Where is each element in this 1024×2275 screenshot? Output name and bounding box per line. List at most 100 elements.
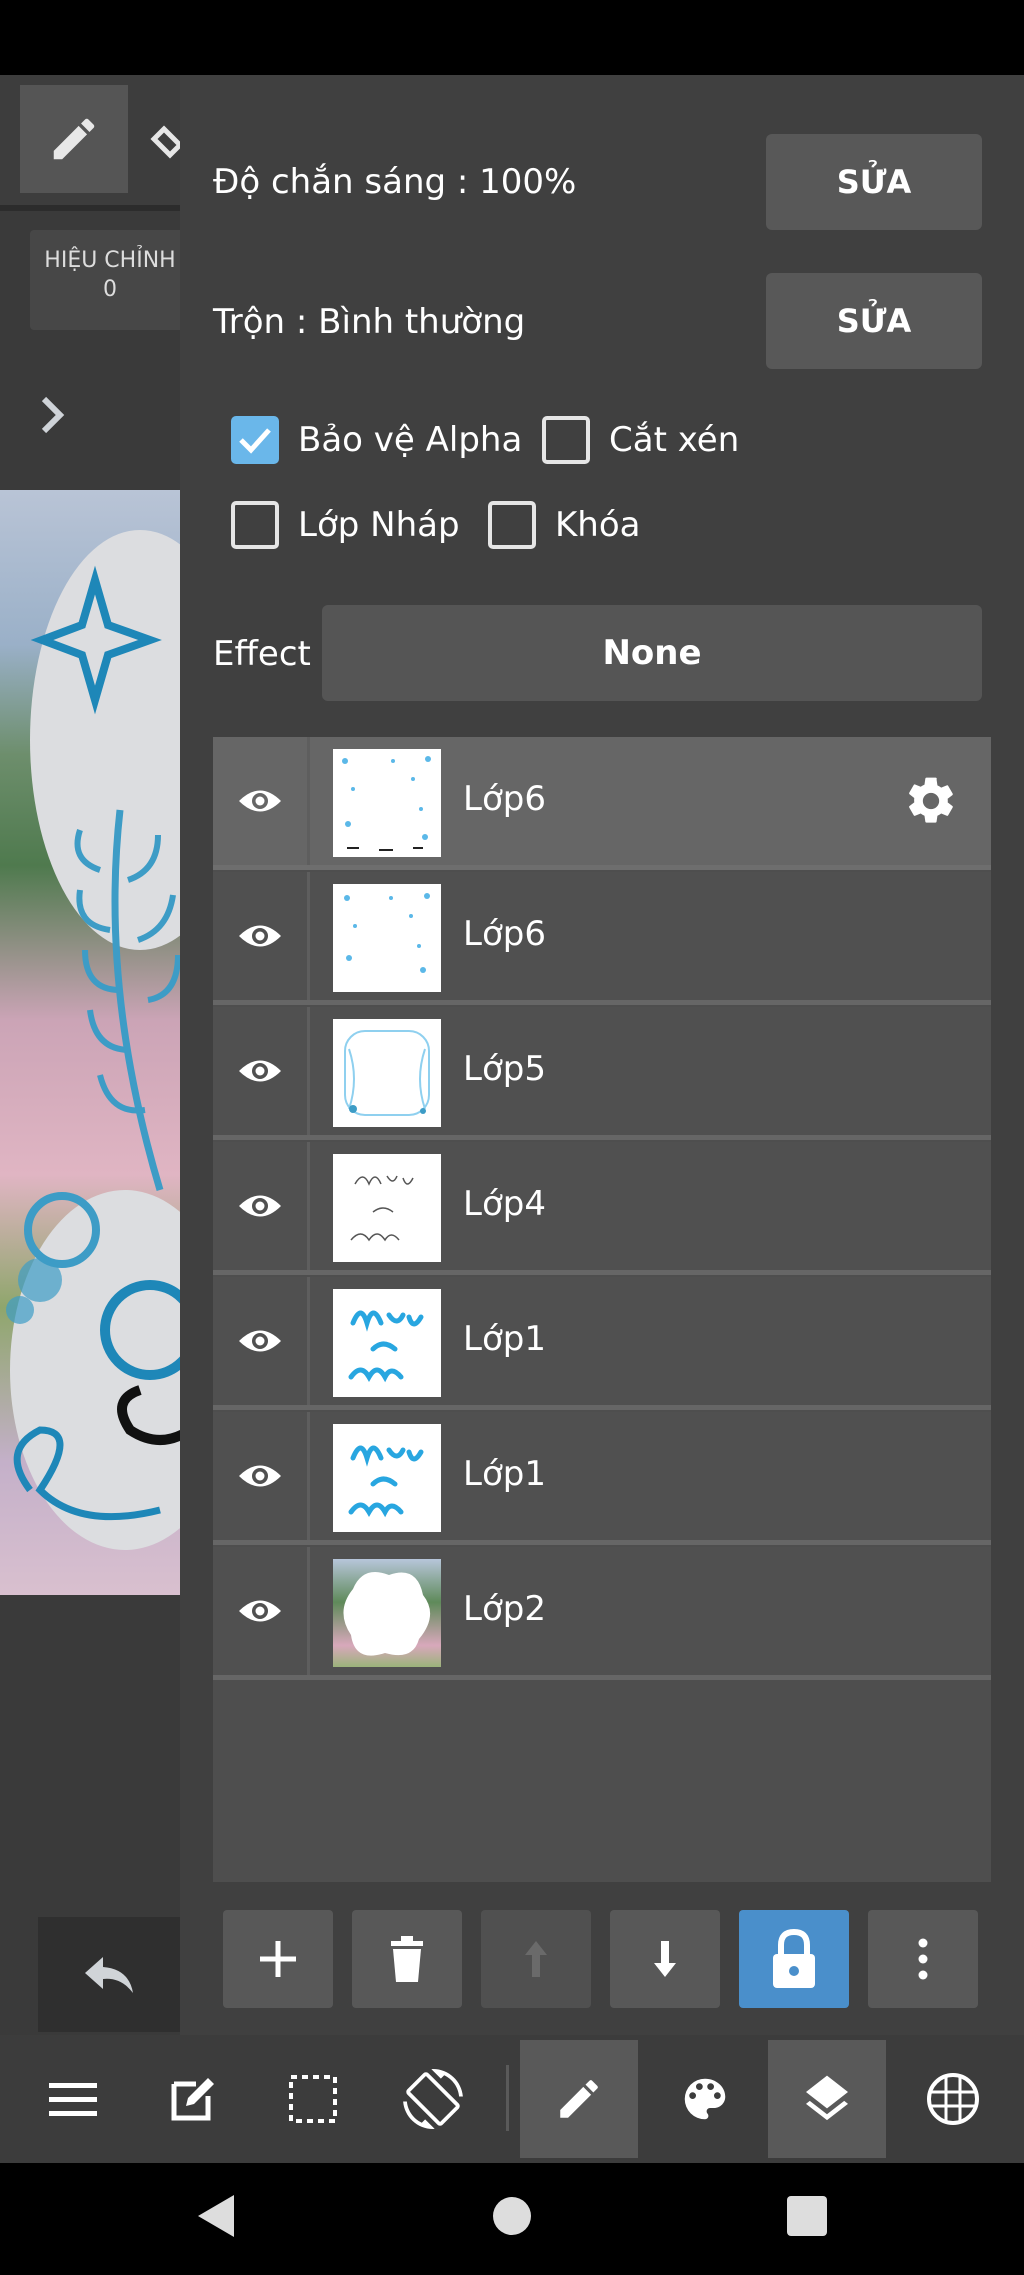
layer-name: Lớp5 [463, 1049, 546, 1089]
back-icon[interactable] [194, 2191, 238, 2241]
canvas-artwork[interactable] [0, 490, 180, 1595]
effect-label: Effect [213, 634, 311, 674]
visibility-toggle[interactable] [213, 737, 310, 865]
move-layer-down-button[interactable] [610, 1910, 720, 2008]
correction-value: 0 [103, 277, 117, 302]
layer-row[interactable]: Lớp6 [213, 872, 991, 1005]
visibility-toggle[interactable] [213, 1142, 310, 1270]
eye-icon [239, 1600, 281, 1622]
selection-icon [289, 2075, 337, 2123]
opacity-edit-button[interactable]: SỬA [766, 134, 982, 230]
selection-button[interactable] [254, 2040, 372, 2158]
layer-name: Lớp2 [463, 1589, 546, 1629]
lock-checkbox[interactable]: Khóa [488, 501, 640, 549]
eye-icon [239, 1330, 281, 1352]
checkbox-unchecked[interactable] [488, 501, 536, 549]
more-options-button[interactable] [868, 1910, 978, 2008]
layer-thumbnail [333, 1424, 441, 1532]
undo-button[interactable] [38, 1917, 180, 2032]
main-toolbar [0, 2035, 1024, 2163]
blue-text-thumbnail [348, 1310, 424, 1383]
blue-text-thumbnail [348, 1445, 424, 1518]
menu-button[interactable] [14, 2040, 132, 2158]
clipping-checkbox[interactable]: Cắt xén [542, 416, 739, 464]
layer-row[interactable]: Lớp6 [213, 737, 991, 870]
delete-layer-button[interactable] [352, 1910, 462, 2008]
edit-button[interactable] [134, 2040, 252, 2158]
checkbox-unchecked[interactable] [231, 501, 279, 549]
draft-layer-label: Lớp Nháp [298, 505, 460, 545]
layer-list[interactable]: Lớp6 Lớp6 Lớp5 Lớp4 Lớp1 Lớp1 Lớp2 [213, 737, 991, 1882]
visibility-toggle[interactable] [213, 1007, 310, 1135]
sketch-text-thumbnail [350, 1175, 414, 1242]
eye-icon [239, 1465, 281, 1487]
move-up-icon [525, 1941, 547, 1977]
pen-tool-button[interactable] [20, 85, 128, 193]
eye-icon [239, 925, 281, 947]
correction-label: HIỆU CHỈNH [44, 248, 176, 273]
eye-icon [239, 1195, 281, 1217]
layer-thumbnail [333, 1154, 441, 1262]
layer-thumbnail [333, 1019, 441, 1127]
protect-alpha-checkbox[interactable]: Bảo vệ Alpha [231, 416, 522, 464]
home-icon[interactable] [491, 2191, 533, 2241]
pencil-icon [53, 118, 95, 160]
layer-thumbnail [333, 749, 441, 857]
lock-icon [773, 1928, 815, 1988]
chevron-right-icon[interactable] [36, 393, 70, 437]
trash-icon [391, 1936, 423, 1982]
visibility-toggle[interactable] [213, 1412, 310, 1540]
move-layer-up-button[interactable] [481, 1910, 591, 2008]
visibility-toggle[interactable] [213, 1277, 310, 1405]
layer-name: Lớp6 [463, 914, 546, 954]
grid-icon [927, 2073, 979, 2125]
correction-button[interactable]: HIỆU CHỈNH 0 [30, 230, 180, 330]
layer-actions-bar [213, 1910, 991, 2010]
gear-icon[interactable] [903, 773, 959, 829]
layer-row[interactable]: Lớp2 [213, 1547, 991, 1680]
effect-button[interactable]: None [322, 605, 982, 701]
brush-icon [560, 2080, 598, 2118]
menu-icon [49, 2083, 97, 2116]
layers-icon [806, 2075, 848, 2121]
edit-note-icon [171, 2078, 214, 2121]
checkbox-checked[interactable] [231, 416, 279, 464]
brush-button[interactable] [520, 2040, 638, 2158]
lock-layer-button[interactable] [739, 1910, 849, 2008]
canvas-top-toolbar [0, 75, 180, 205]
layer-row[interactable]: Lớp4 [213, 1142, 991, 1275]
layer-name: Lớp1 [463, 1319, 546, 1359]
add-layer-button[interactable] [223, 1910, 333, 2008]
grid-button[interactable] [894, 2040, 1012, 2158]
color-button[interactable] [646, 2040, 764, 2158]
checkbox-unchecked[interactable] [542, 416, 590, 464]
palette-icon [684, 2078, 726, 2120]
blend-mode-label: Trộn : Bình thường [213, 302, 526, 342]
layer-thumbnail [333, 1289, 441, 1397]
more-vertical-icon [918, 1938, 928, 1980]
layers-button[interactable] [768, 2040, 886, 2158]
artwork-line-drawing [6, 565, 180, 1521]
draft-layer-checkbox[interactable]: Lớp Nháp [231, 501, 460, 549]
layer-name: Lớp6 [463, 779, 546, 819]
eraser-icon[interactable] [150, 115, 180, 163]
layer-name: Lớp4 [463, 1184, 546, 1224]
canvas-area[interactable]: HIỆU CHỈNH 0 [0, 75, 180, 2035]
visibility-toggle[interactable] [213, 872, 310, 1000]
rotate-button[interactable] [374, 2040, 492, 2158]
toolbar-separator [506, 2065, 509, 2131]
recents-icon[interactable] [785, 2191, 829, 2241]
layer-row[interactable]: Lớp1 [213, 1412, 991, 1545]
move-down-icon [654, 1941, 676, 1977]
blend-edit-button[interactable]: SỬA [766, 273, 982, 369]
sparkles-thumbnail [342, 756, 431, 851]
layer-row[interactable]: Lớp5 [213, 1007, 991, 1140]
status-bar [0, 0, 1024, 75]
check-icon [239, 428, 271, 454]
layer-row[interactable]: Lớp1 [213, 1277, 991, 1410]
visibility-toggle[interactable] [213, 1547, 310, 1675]
undo-icon [85, 1956, 133, 1993]
rotate-screen-icon [403, 2069, 463, 2129]
layer-name: Lớp1 [463, 1454, 546, 1494]
layer-thumbnail [333, 884, 441, 992]
